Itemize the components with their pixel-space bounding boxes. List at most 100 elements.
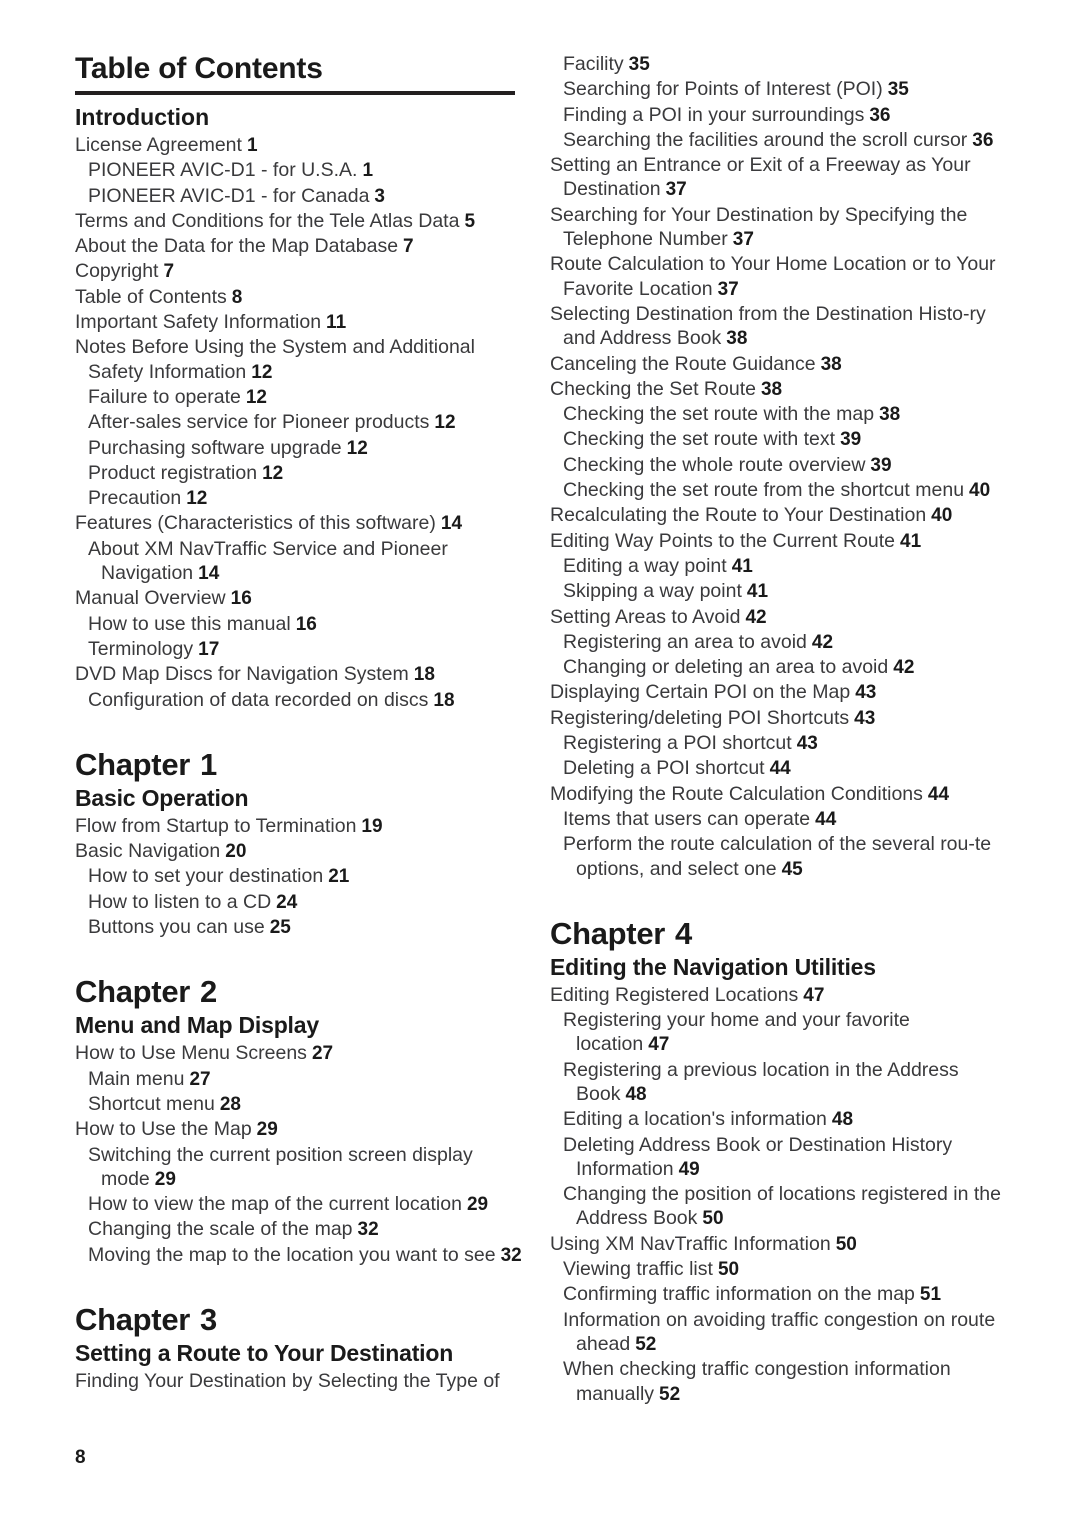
toc-entry-license-agreement[interactable]: License Agreement 1 bbox=[75, 133, 527, 158]
toc-entry-deleting-address-book-or-destination-history-inf[interactable]: Deleting Address Book or Destination His… bbox=[563, 1133, 1002, 1183]
toc-entry-copyright[interactable]: Copyright 7 bbox=[75, 259, 527, 284]
toc-entry-route-calculation-to-your-home-location-or-to-yo[interactable]: Route Calculation to Your Home Location … bbox=[550, 252, 1002, 302]
toc-entry-registering-deleting-poi-shortcuts[interactable]: Registering/deleting POI Shortcuts 43 bbox=[550, 706, 1002, 731]
toc-entry-label: Changing or deleting an area to avoid bbox=[563, 656, 889, 679]
toc-entry-pioneer-avic-d1-for-canada[interactable]: PIONEER AVIC-D1 - for Canada 3 bbox=[88, 184, 527, 209]
toc-entry-how-to-listen-to-a-cd[interactable]: How to listen to a CD 24 bbox=[88, 890, 527, 915]
toc-entry-important-safety-information[interactable]: Important Safety Information 11 bbox=[75, 310, 527, 335]
toc-entry-precaution[interactable]: Precaution 12 bbox=[88, 486, 527, 511]
toc-entry-label: Registering a previous location in the A… bbox=[563, 1058, 959, 1105]
toc-entry-page-number: 32 bbox=[357, 1219, 379, 1241]
toc-entry-editing-way-points-to-the-current-route[interactable]: Editing Way Points to the Current Route 4… bbox=[550, 529, 1002, 554]
chapter-number: 2 bbox=[200, 974, 217, 1010]
toc-entry-editing-a-way-point[interactable]: Editing a way point 41 bbox=[563, 554, 1002, 579]
toc-entry-checking-the-whole-route-overview[interactable]: Checking the whole route overview 39 bbox=[563, 453, 1002, 478]
toc-entry-setting-an-entrance-or-exit-of-a-freeway-as-your[interactable]: Setting an Entrance or Exit of a Freeway… bbox=[550, 153, 1002, 203]
toc-entry-after-sales-service-for-pioneer-products[interactable]: After-sales service for Pioneer products… bbox=[88, 410, 527, 435]
toc-entry-main-menu[interactable]: Main menu 27 bbox=[88, 1067, 527, 1092]
toc-entry-product-registration[interactable]: Product registration 12 bbox=[88, 461, 527, 486]
toc-entry-features-characteristics-of-this-software[interactable]: Features (Characteristics of this softwa… bbox=[75, 511, 527, 536]
toc-entry-flow-from-startup-to-termination[interactable]: Flow from Startup to Termination 19 bbox=[75, 814, 527, 839]
toc-entry-page-number: 29 bbox=[466, 1194, 489, 1216]
toc-entry-selecting-destination-from-the-destination-histo[interactable]: Selecting Destination from the Destinati… bbox=[550, 302, 1002, 352]
toc-entry-checking-the-set-route-from-the-shortcut-menu[interactable]: Checking the set route from the shortcut… bbox=[563, 478, 1002, 503]
toc-entry-checking-the-set-route-with-text[interactable]: Checking the set route with text 39 bbox=[563, 427, 1002, 452]
toc-entry-finding-your-destination-by-selecting-the-type-o[interactable]: Finding Your Destination by Selecting th… bbox=[75, 1369, 527, 1393]
toc-entry-canceling-the-route-guidance[interactable]: Canceling the Route Guidance 38 bbox=[550, 352, 1002, 377]
toc-entry-finding-a-poi-in-your-surroundings[interactable]: Finding a POI in your surroundings 36 bbox=[563, 103, 1002, 128]
toc-entry-displaying-certain-poi-on-the-map[interactable]: Displaying Certain POI on the Map 43 bbox=[550, 680, 1002, 705]
toc-entry-terms-and-conditions-for-the-tele-atlas-data[interactable]: Terms and Conditions for the Tele Atlas … bbox=[75, 209, 527, 234]
toc-entry-label: Switching the current position screen di… bbox=[88, 1143, 473, 1190]
toc-entry-how-to-use-menu-screens[interactable]: How to Use Menu Screens 27 bbox=[75, 1041, 527, 1066]
toc-entry-label: Finding Your Destination by Selecting th… bbox=[75, 1369, 500, 1392]
chapter-title: Basic Operation bbox=[75, 784, 249, 811]
toc-entry-about-the-data-for-the-map-database[interactable]: About the Data for the Map Database 7 bbox=[75, 234, 527, 259]
toc-entry-basic-navigation[interactable]: Basic Navigation 20 bbox=[75, 839, 527, 864]
toc-entry-facility[interactable]: Facility 35 bbox=[563, 52, 1002, 77]
toc-entry-recalculating-the-route-to-your-destination[interactable]: Recalculating the Route to Your Destinat… bbox=[550, 503, 1002, 528]
toc-entry-shortcut-menu[interactable]: Shortcut menu 28 bbox=[88, 1092, 527, 1117]
toc-entry-deleting-a-poi-shortcut[interactable]: Deleting a POI shortcut 44 bbox=[563, 756, 1002, 781]
toc-entry-buttons-you-can-use[interactable]: Buttons you can use 25 bbox=[88, 915, 527, 940]
toc-entry-how-to-set-your-destination[interactable]: How to set your destination 21 bbox=[88, 864, 527, 889]
toc-entry-dvd-map-discs-for-navigation-system[interactable]: DVD Map Discs for Navigation System 18 bbox=[75, 662, 527, 687]
toc-entry-page-number: 40 bbox=[931, 505, 953, 527]
toc-entry-manual-overview[interactable]: Manual Overview 16 bbox=[75, 586, 527, 611]
toc-entry-page-number: 18 bbox=[433, 689, 455, 711]
toc-entry-using-xm-navtraffic-information[interactable]: Using XM NavTraffic Information 50 bbox=[550, 1232, 1002, 1257]
toc-entry-label: Registering an area to avoid bbox=[563, 630, 807, 653]
toc-entry-moving-the-map-to-the-location-you-want-to-see[interactable]: Moving the map to the location you want … bbox=[88, 1243, 527, 1268]
toc-entry-label: Searching for Your Destination by Specif… bbox=[550, 203, 968, 251]
toc-entry-how-to-use-this-manual[interactable]: How to use this manual 16 bbox=[88, 612, 527, 637]
toc-entry-viewing-traffic-list[interactable]: Viewing traffic list 50 bbox=[563, 1257, 1002, 1282]
toc-entry-skipping-a-way-point[interactable]: Skipping a way point 41 bbox=[563, 579, 1002, 604]
toc-entry-page-number: 39 bbox=[870, 454, 892, 476]
toc-entry-page-number: 18 bbox=[413, 664, 435, 686]
toc-entry-registering-your-home-and-your-favorite-location[interactable]: Registering your home and your favorite … bbox=[563, 1008, 1002, 1058]
toc-entry-setting-areas-to-avoid[interactable]: Setting Areas to Avoid 42 bbox=[550, 605, 1002, 630]
toc-entry-changing-the-scale-of-the-map[interactable]: Changing the scale of the map 32 bbox=[88, 1217, 527, 1242]
toc-entry-registering-a-previous-location-in-the-address-b[interactable]: Registering a previous location in the A… bbox=[563, 1058, 1002, 1108]
toc-entry-about-xm-navtraffic-service-and-pioneer-navigati[interactable]: About XM NavTraffic Service and Pioneer … bbox=[88, 537, 527, 587]
toc-entry-purchasing-software-upgrade[interactable]: Purchasing software upgrade 12 bbox=[88, 436, 527, 461]
toc-entry-page-number: 3 bbox=[374, 185, 385, 207]
toc-entry-modifying-the-route-calculation-conditions[interactable]: Modifying the Route Calculation Conditio… bbox=[550, 782, 1002, 807]
toc-entry-table-of-contents[interactable]: Table of Contents 8 bbox=[75, 285, 527, 310]
toc-entry-searching-for-points-of-interest-poi[interactable]: Searching for Points of Interest (POI) 35 bbox=[563, 77, 1002, 102]
toc-entry-checking-the-set-route-with-the-map[interactable]: Checking the set route with the map 38 bbox=[563, 402, 1002, 427]
toc-entry-switching-the-current-position-screen-display-mo[interactable]: Switching the current position screen di… bbox=[88, 1143, 527, 1193]
toc-entry-how-to-view-the-map-of-the-current-location[interactable]: How to view the map of the current locat… bbox=[88, 1192, 527, 1217]
toc-entry-page-number: 25 bbox=[269, 917, 291, 939]
toc-entry-editing-registered-locations[interactable]: Editing Registered Locations 47 bbox=[550, 983, 1002, 1008]
chapter-number: 4 bbox=[675, 915, 692, 951]
toc-entry-searching-for-your-destination-by-specifying-the[interactable]: Searching for Your Destination by Specif… bbox=[550, 203, 1002, 253]
toc-entry-pioneer-avic-d1-for-u-s-a[interactable]: PIONEER AVIC-D1 - for U.S.A. 1 bbox=[88, 158, 527, 183]
toc-entry-information-on-avoiding-traffic-congestion-on-ro[interactable]: Information on avoiding traffic congesti… bbox=[563, 1308, 1002, 1358]
toc-entry-label: PIONEER AVIC-D1 - for Canada bbox=[88, 184, 370, 207]
toc-entry-terminology[interactable]: Terminology 17 bbox=[88, 637, 527, 662]
toc-entry-changing-the-position-of-locations-registered-in[interactable]: Changing the position of locations regis… bbox=[563, 1182, 1002, 1232]
toc-entry-how-to-use-the-map[interactable]: How to Use the Map 29 bbox=[75, 1117, 527, 1142]
toc-entry-label: How to listen to a CD bbox=[88, 890, 272, 913]
toc-entry-editing-a-location-s-information[interactable]: Editing a location's information 48 bbox=[563, 1107, 1002, 1132]
toc-entry-items-that-users-can-operate[interactable]: Items that users can operate 44 bbox=[563, 807, 1002, 832]
toc-entry-page-number: 43 bbox=[854, 707, 876, 729]
toc-entry-registering-a-poi-shortcut[interactable]: Registering a POI shortcut 43 bbox=[563, 731, 1002, 756]
toc-entry-checking-the-set-route[interactable]: Checking the Set Route 38 bbox=[550, 377, 1002, 402]
toc-entry-configuration-of-data-recorded-on-discs[interactable]: Configuration of data recorded on discs 1… bbox=[88, 688, 527, 713]
toc-entry-failure-to-operate[interactable]: Failure to operate 12 bbox=[88, 385, 527, 410]
toc-entry-searching-the-facilities-around-the-scroll-curso[interactable]: Searching the facilities around the scro… bbox=[563, 128, 1002, 153]
chapter-title: Editing the Navigation Utilities bbox=[550, 953, 876, 980]
toc-entry-changing-or-deleting-an-area-to-avoid[interactable]: Changing or deleting an area to avoid 42 bbox=[563, 655, 1002, 680]
toc-entry-page-number: 52 bbox=[659, 1383, 681, 1405]
toc-entry-confirming-traffic-information-on-the-map[interactable]: Confirming traffic information on the ma… bbox=[563, 1282, 1002, 1307]
toc-entry-list: How to Use Menu Screens 27 Main menu 27 Shor… bbox=[75, 1041, 527, 1268]
toc-entry-label: Checking the set route with text bbox=[563, 428, 836, 451]
toc-entry-registering-an-area-to-avoid[interactable]: Registering an area to avoid 42 bbox=[563, 630, 1002, 655]
toc-entry-perform-the-route-calculation-of-the-several-rou[interactable]: Perform the route calculation of the sev… bbox=[563, 832, 1002, 882]
toc-entry-page-number: 12 bbox=[245, 386, 267, 408]
toc-entry-label: How to Use the Map bbox=[75, 1118, 252, 1141]
toc-entry-when-checking-traffic-congestion-information-man[interactable]: When checking traffic congestion informa… bbox=[563, 1357, 1002, 1407]
toc-entry-notes-before-using-the-system-and-additional-saf[interactable]: Notes Before Using the System and Additi… bbox=[75, 335, 527, 385]
